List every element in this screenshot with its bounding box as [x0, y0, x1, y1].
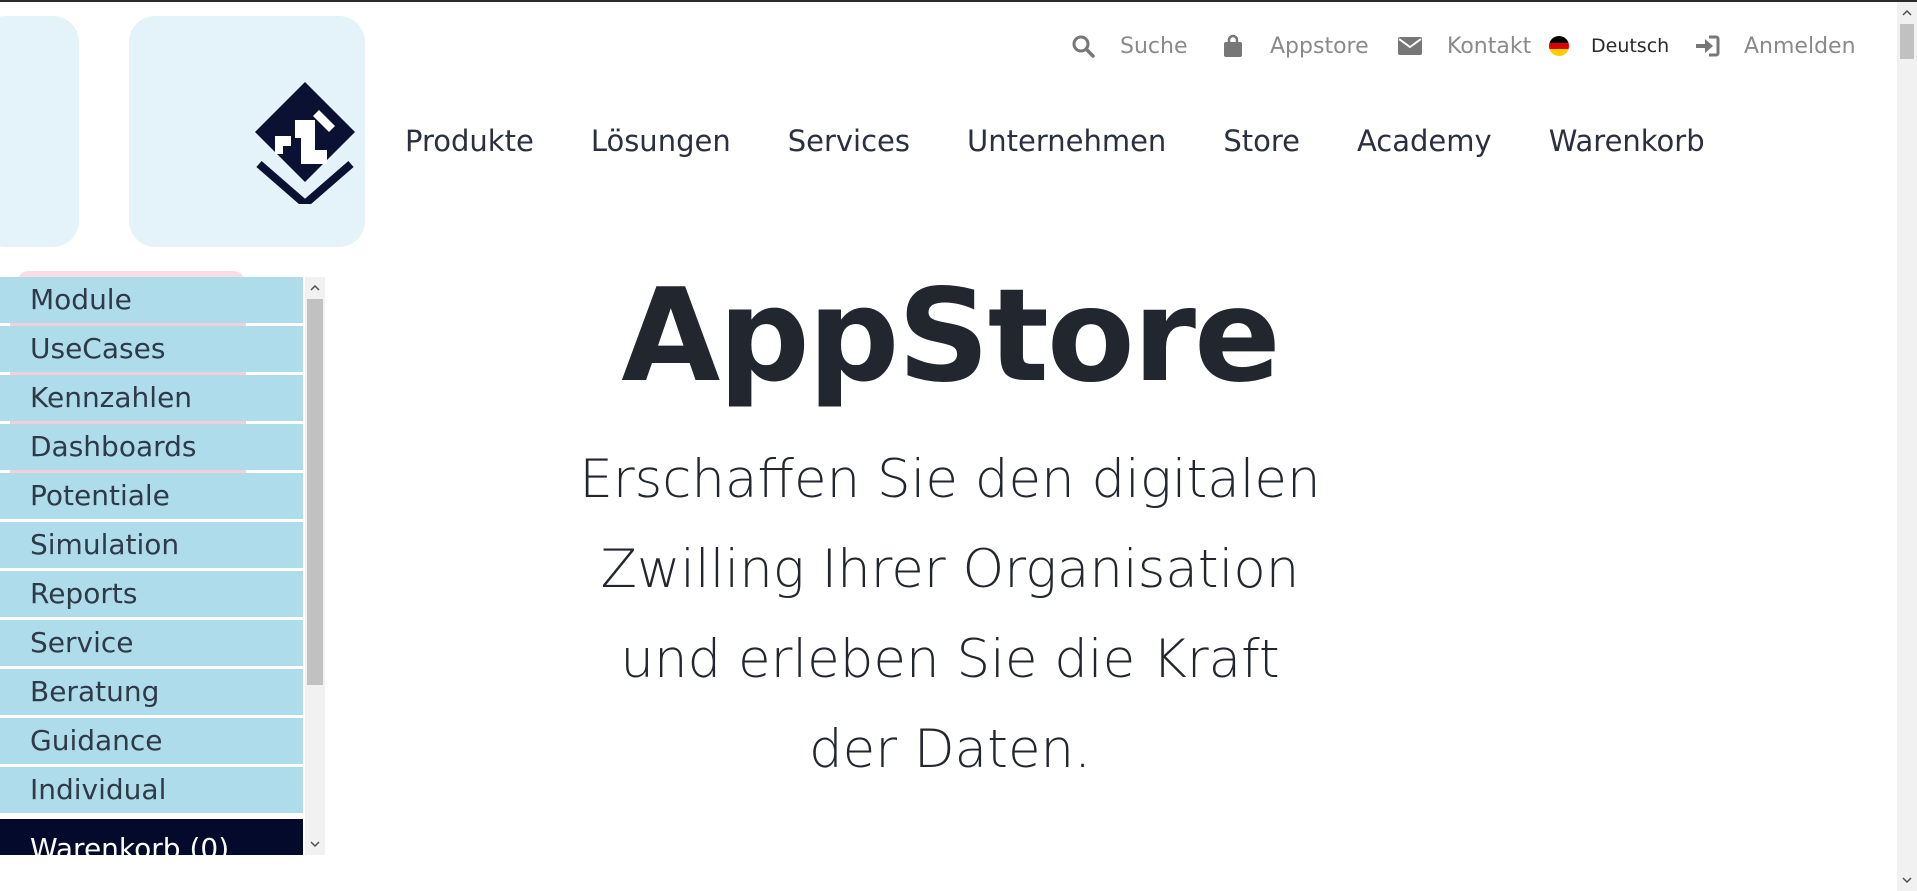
side-menu-scroll-thumb[interactable]: [307, 299, 323, 685]
side-menu-item-simulation[interactable]: Simulation: [0, 522, 303, 568]
side-menu-item-potentiale[interactable]: Potentiale: [0, 473, 303, 519]
login-link[interactable]: Anmelden: [1694, 30, 1856, 62]
german-flag-icon: [1549, 36, 1569, 56]
side-menu-item-reports[interactable]: Reports: [0, 571, 303, 617]
scroll-down-arrow-icon[interactable]: [305, 835, 325, 853]
envelope-icon: [1397, 33, 1423, 59]
side-menu-item-label: Kennzahlen: [30, 381, 193, 414]
login-label: Anmelden: [1744, 33, 1856, 59]
side-menu-item-label: Beratung: [30, 675, 160, 708]
scroll-up-arrow-icon[interactable]: [1897, 4, 1917, 22]
side-menu-item-label: UseCases: [30, 332, 166, 365]
hero-subtitle-line: der Daten.: [808, 719, 1091, 780]
contact-link[interactable]: Kontakt: [1397, 30, 1531, 62]
nav-item-services[interactable]: Services: [788, 124, 910, 158]
nav-item-store[interactable]: Store: [1223, 124, 1300, 158]
shopping-bag-icon: [1220, 33, 1246, 59]
side-menu-item-dashboards[interactable]: Dashboards: [0, 424, 303, 473]
brand-logo[interactable]: [255, 80, 359, 204]
language-selector[interactable]: Deutsch: [1549, 30, 1669, 62]
side-menu-item-label: Simulation: [30, 528, 180, 561]
side-menu-item-label: Individual: [30, 773, 167, 806]
search-icon: [1070, 33, 1096, 59]
search-link[interactable]: Suche: [1070, 30, 1187, 62]
side-menu-item-label: Dashboards: [30, 430, 197, 463]
sign-in-icon: [1694, 33, 1720, 59]
side-menu: Module UseCases Kennzahlen Dashboards Po…: [0, 277, 325, 855]
hero-subtitle: Erschaffen Sie den digitalen Zwilling Ih…: [540, 435, 1360, 795]
appstore-link[interactable]: Appstore: [1220, 30, 1369, 62]
page-scrollbar[interactable]: [1897, 2, 1917, 891]
search-label: Suche: [1120, 33, 1188, 59]
nav-item-loesungen[interactable]: Lösungen: [591, 124, 731, 158]
contact-label: Kontakt: [1447, 33, 1532, 59]
scroll-down-arrow-icon[interactable]: [1897, 871, 1917, 889]
side-menu-item-label: Service: [30, 626, 134, 659]
window-top-border: [0, 0, 1917, 2]
nav-item-warenkorb[interactable]: Warenkorb: [1549, 124, 1705, 158]
side-menu-item-individual[interactable]: Individual: [0, 767, 303, 813]
hero-subtitle-line: Zwilling Ihrer Organisation: [600, 539, 1300, 600]
side-menu-item-label: Potentiale: [30, 479, 170, 512]
hero-subtitle-line: Erschaffen Sie den digitalen: [579, 449, 1321, 510]
cart-label: Warenkorb (0): [30, 832, 230, 855]
side-menu-cart-button[interactable]: Warenkorb (0): [0, 819, 303, 855]
main-navigation: Produkte Lösungen Services Unternehmen S…: [405, 120, 1762, 162]
side-menu-item-service[interactable]: Service: [0, 620, 303, 666]
side-menu-item-label: Guidance: [30, 724, 163, 757]
appstore-label: Appstore: [1270, 33, 1369, 59]
side-menu-item-module[interactable]: Module: [0, 277, 303, 326]
hero-subtitle-line: und erleben Sie die Kraft: [620, 629, 1280, 690]
side-menu-item-label: Reports: [30, 577, 138, 610]
side-menu-item-usecases[interactable]: UseCases: [0, 326, 303, 375]
side-menu-item-guidance[interactable]: Guidance: [0, 718, 303, 764]
hero-title: AppStore: [621, 262, 1281, 411]
decorative-tile: [0, 16, 79, 247]
nav-item-produkte[interactable]: Produkte: [405, 124, 534, 158]
language-label: Deutsch: [1591, 35, 1670, 57]
side-menu-item-beratung[interactable]: Beratung: [0, 669, 303, 715]
nav-item-academy[interactable]: Academy: [1357, 124, 1492, 158]
side-menu-item-label: Module: [30, 283, 132, 316]
page-scroll-thumb[interactable]: [1900, 24, 1914, 59]
scroll-up-arrow-icon[interactable]: [305, 279, 325, 297]
side-menu-item-kennzahlen[interactable]: Kennzahlen: [0, 375, 303, 424]
nav-item-unternehmen[interactable]: Unternehmen: [967, 124, 1166, 158]
side-menu-scrollbar[interactable]: [305, 277, 325, 855]
